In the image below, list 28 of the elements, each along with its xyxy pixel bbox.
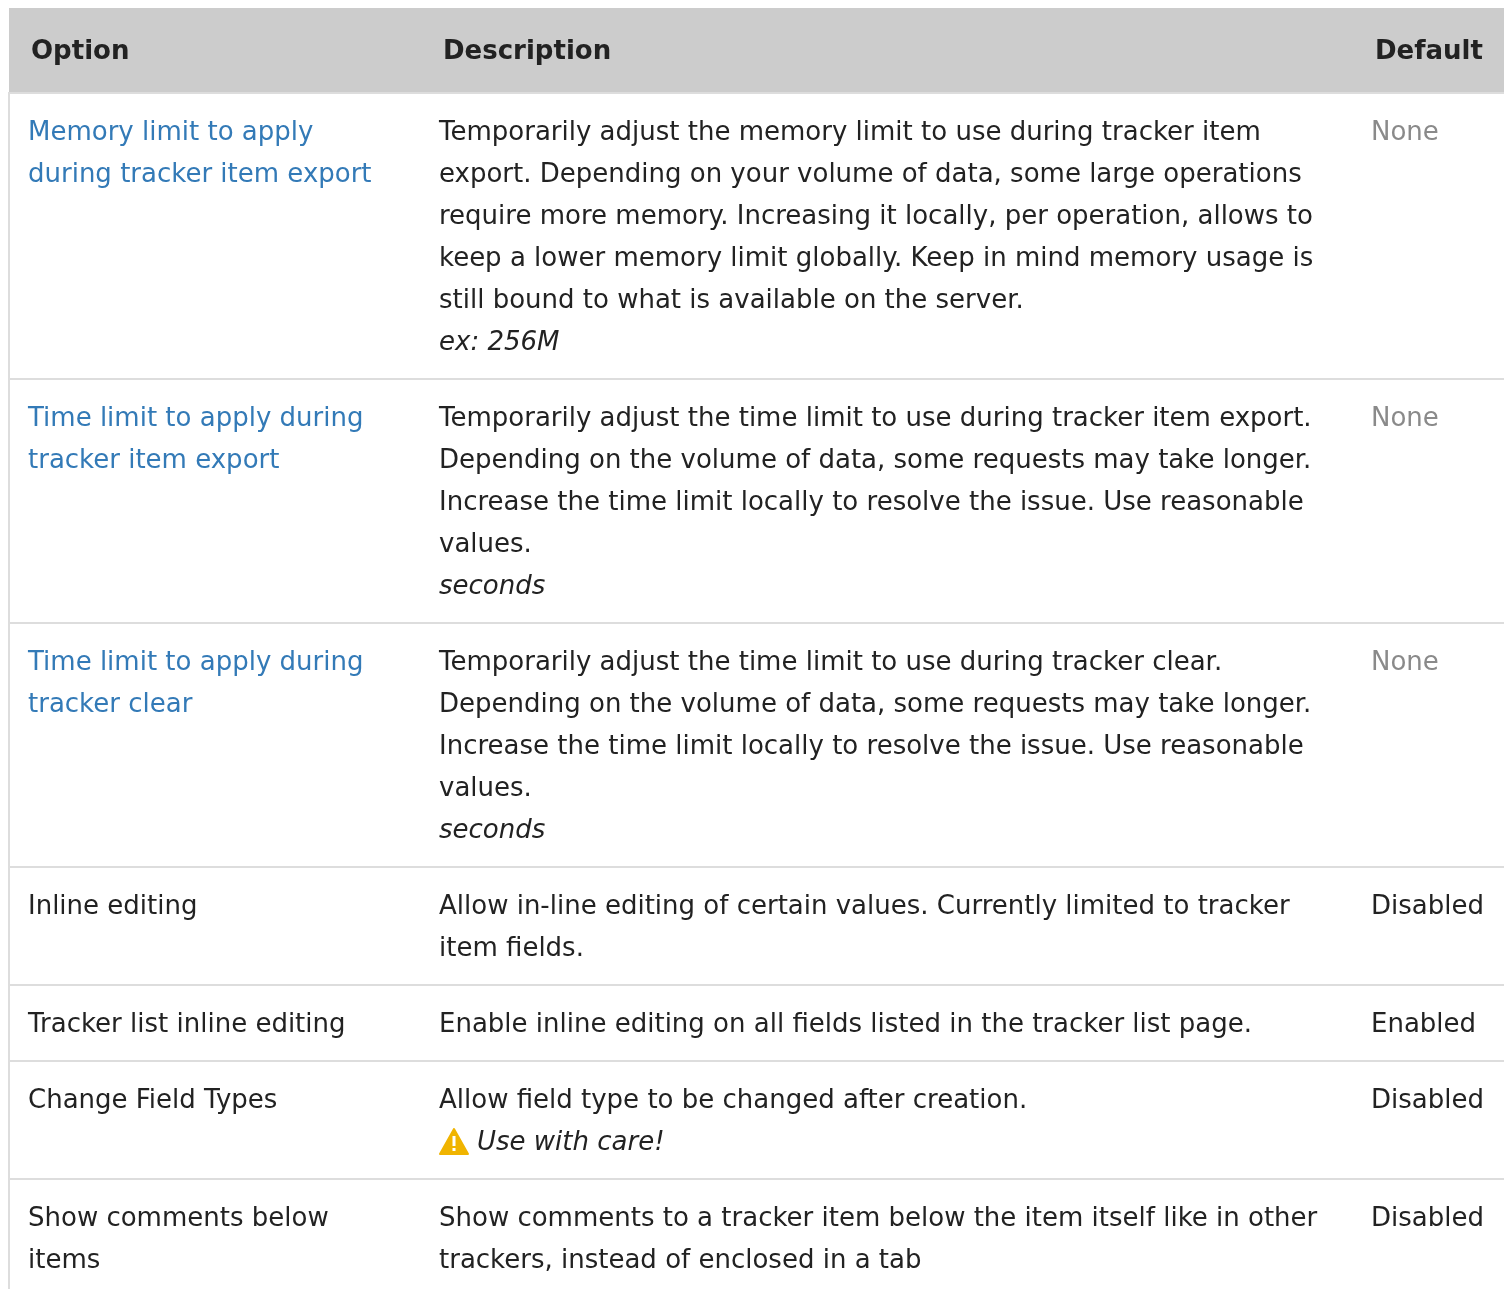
default-value: None [1371,646,1439,676]
default-value: None [1371,116,1439,146]
option-link[interactable]: Time limit to apply during tracker item export [28,396,403,480]
option-note: seconds [439,569,546,602]
option-name: Change Field Types [28,1083,279,1116]
default-value: Enabled [1371,1008,1477,1038]
option-description: Temporarily adjust the time limit to use during tracker clear. Depending on the volume of data, some requests may take longer. Increase the time limit locally to resolve the issue. Use reasonable values. [439,645,1313,804]
option-link[interactable]: Memory limit to apply during tracker item export [28,110,403,194]
column-header: Default [1353,8,1504,93]
option-note: Use with care! [477,1125,665,1158]
option-description: Allow in-line editing of certain values. Currently limited to tracker item fields. [439,889,1291,964]
option-link[interactable]: Time limit to apply during tracker clear [28,640,403,724]
option-name: Inline editing [28,889,199,922]
option-description: Allow field type to be changed after creation. [439,1083,1029,1116]
default-value: None [1371,402,1439,432]
option-note: ex: 256M [439,325,560,358]
option-note: seconds [439,813,546,846]
option-description: Enable inline editing on all fields listed in the tracker list page. [439,1007,1253,1040]
default-value: Disabled [1371,1202,1484,1232]
column-header: Option [9,8,421,93]
option-name: Tracker list inline editing [28,1007,347,1040]
option-description: Temporarily adjust the memory limit to use during tracker item export. Depending on your volume of data, some large operations require more memory. Increasing it locally, per operation, allows to keep a lower memory limit globally. Keep in mind memory usage is still bound to what is available on the server. [439,115,1315,316]
option-description: Temporarily adjust the time limit to use during tracker item export. Depending on the volume of data, some requests may take longer. Increase the time limit locally to resolve the issue. Use reasonable values. [439,401,1313,560]
column-header: Description [421,8,1353,93]
default-value: Disabled [1371,1084,1484,1114]
default-value: Disabled [1371,890,1484,920]
option-description: Show comments to a tracker item below the item itself like in other trackers, instead of enclosed in a tab [439,1201,1319,1276]
option-name: Show comments below items [28,1201,330,1276]
